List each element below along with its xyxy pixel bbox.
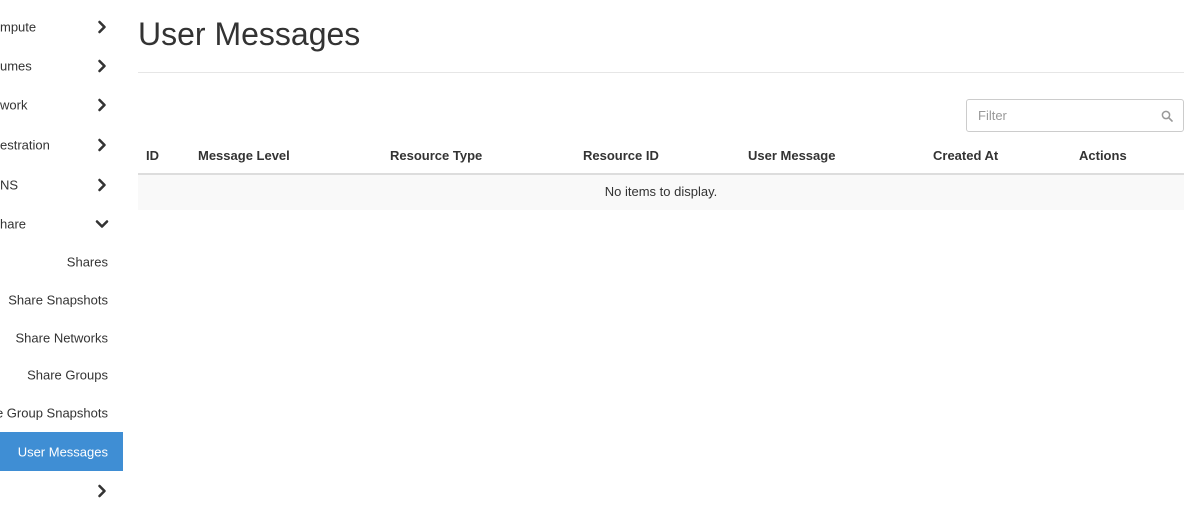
sidebar-item-label: Shares (66, 254, 108, 269)
sidebar-item-share-groups[interactable]: Share Groups (0, 356, 123, 393)
table-header: ID Message Level Resource Type Resource … (138, 138, 1184, 175)
sidebar-section-dns[interactable]: NS (0, 165, 123, 204)
sidebar-section-compute[interactable]: mpute (0, 7, 123, 46)
sidebar-item-shares[interactable]: Shares (0, 243, 123, 280)
sidebar-item-user-messages[interactable]: User Messages (0, 432, 123, 471)
title-divider (138, 72, 1184, 73)
column-header-actions: Actions (1079, 148, 1127, 163)
chevron-right-icon (98, 138, 106, 151)
sidebar-section-next[interactable] (0, 471, 123, 510)
sidebar-item-share-group-snapshots[interactable]: e Group Snapshots (0, 394, 123, 431)
chevron-right-icon (98, 98, 106, 111)
sidebar-section-label: work (0, 97, 28, 112)
chevron-right-icon (98, 484, 106, 497)
sidebar-section-volumes[interactable]: umes (0, 46, 123, 85)
sidebar-section-share[interactable]: hare (0, 204, 123, 243)
page: mpute umes work estration NS hare Shares… (0, 0, 1196, 514)
column-header-user-message[interactable]: User Message (748, 138, 835, 173)
chevron-right-icon (98, 178, 106, 191)
sidebar-section-label: estration (0, 137, 50, 152)
sidebar-item-share-snapshots[interactable]: Share Snapshots (0, 281, 123, 318)
search-icon[interactable] (1161, 110, 1173, 122)
sidebar-item-label: Share Snapshots (8, 292, 108, 307)
sidebar-section-network[interactable]: work (0, 85, 123, 124)
chevron-down-icon (95, 219, 109, 228)
table-empty-row: No items to display. (138, 175, 1184, 210)
filter-input[interactable] (967, 100, 1157, 131)
sidebar-item-label: Share Networks (15, 330, 108, 345)
sidebar-section-label: mpute (0, 19, 37, 34)
filter-box (966, 99, 1184, 132)
sidebar-section-label: NS (0, 177, 19, 192)
column-header-id[interactable]: ID (146, 138, 159, 173)
sidebar-item-label: Share Groups (27, 367, 108, 382)
sidebar-section-orchestration[interactable]: estration (0, 125, 123, 164)
sidebar-section-label: umes (0, 58, 32, 73)
column-header-created-at[interactable]: Created At (933, 138, 998, 173)
sidebar-item-share-networks[interactable]: Share Networks (0, 319, 123, 356)
chevron-right-icon (98, 20, 106, 33)
page-title: User Messages (138, 16, 361, 52)
sidebar-item-label: User Messages (17, 444, 108, 459)
sidebar-item-label: e Group Snapshots (0, 405, 108, 420)
sidebar-nav: mpute umes work estration NS hare Shares… (0, 0, 123, 514)
chevron-right-icon (98, 59, 106, 72)
sidebar-section-label: hare (0, 216, 27, 231)
column-header-resource-id[interactable]: Resource ID (583, 138, 659, 173)
main-content: User Messages ID Message Level Resource … (138, 0, 1184, 514)
column-header-resource-type[interactable]: Resource Type (390, 138, 482, 173)
column-header-message-level[interactable]: Message Level (198, 138, 290, 173)
